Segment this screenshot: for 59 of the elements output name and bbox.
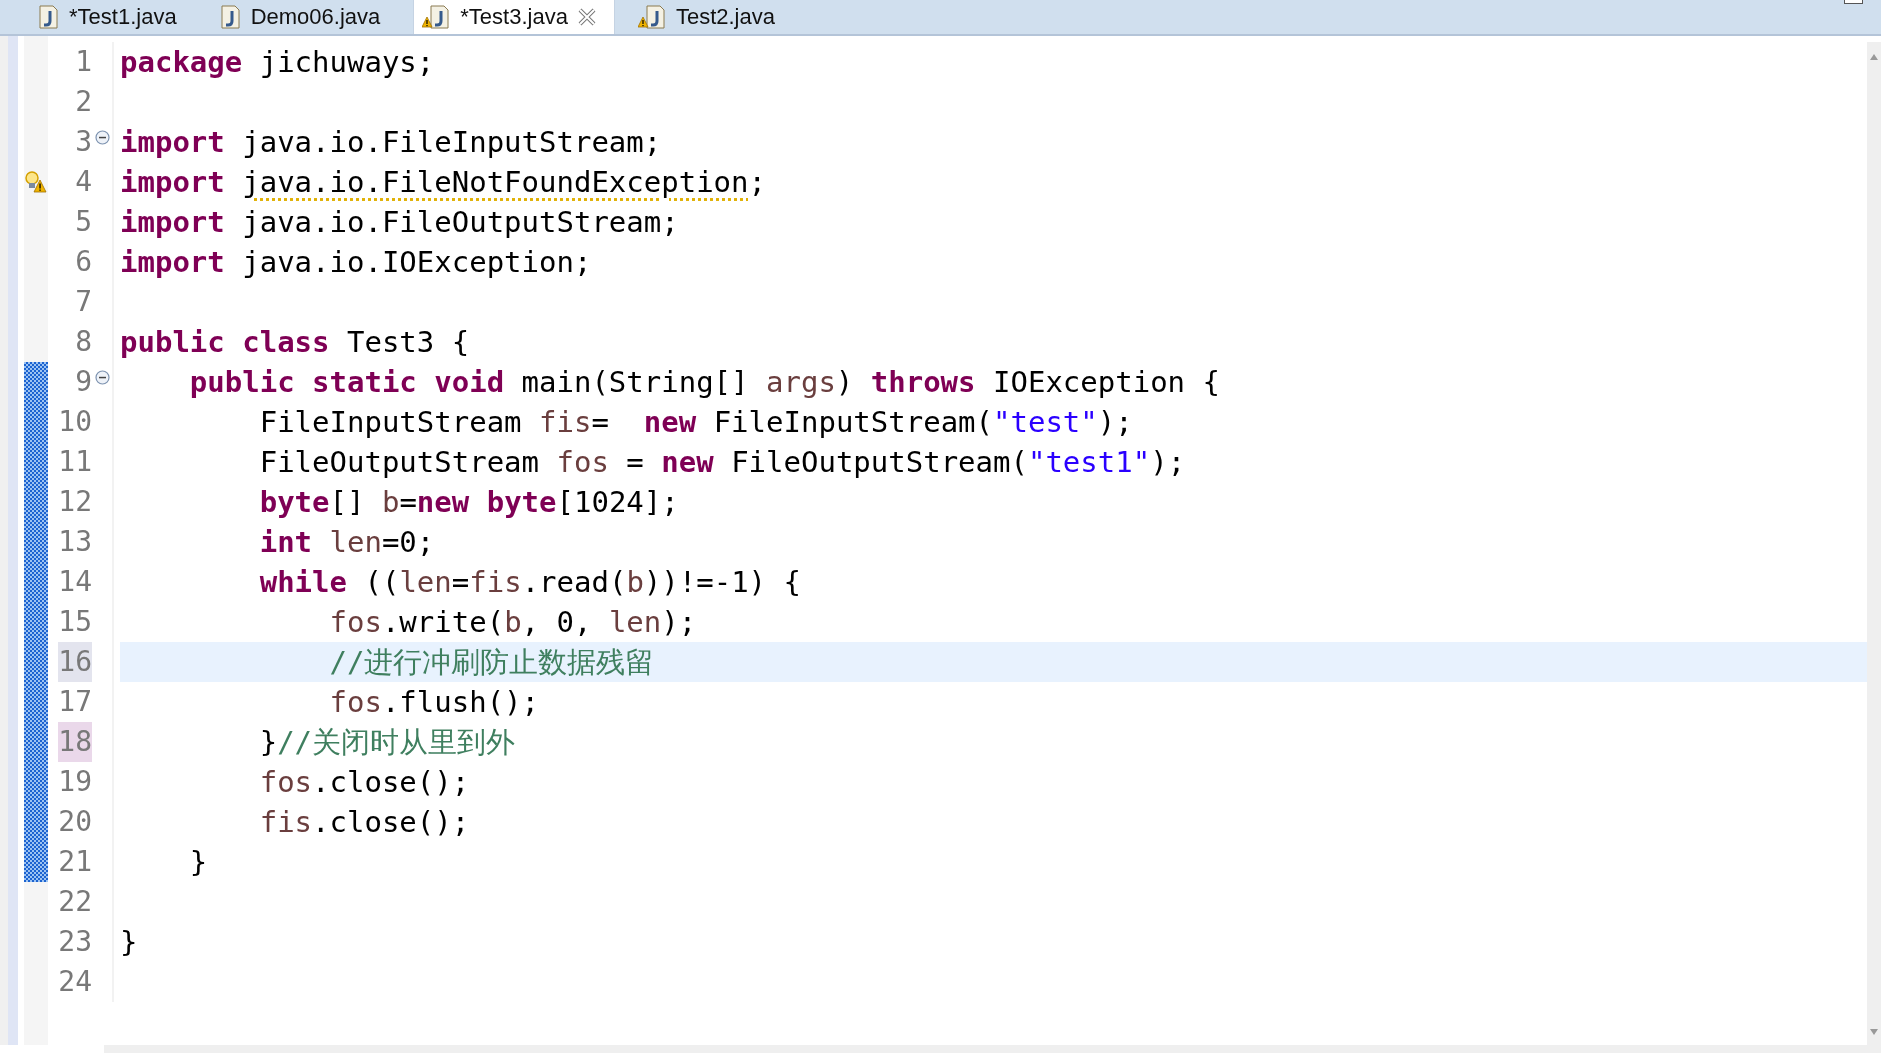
code-line: public static void main(String[] args) throws IOException {: [188, 364, 1221, 401]
code-line: import java.io.FileInputStream;: [120, 124, 663, 161]
line-number: 14: [58, 564, 92, 600]
line-number: 21: [58, 844, 92, 880]
line-number: 16: [58, 642, 92, 682]
editor-tab[interactable]: *Test1.java: [28, 0, 196, 34]
scroll-down-icon[interactable]: [1870, 1029, 1878, 1035]
line-number: 22: [58, 884, 92, 920]
line-number: 7: [75, 284, 92, 320]
code-line: FileInputStream fis= new FileInputStream("test");: [258, 404, 1134, 441]
line-number: 5: [75, 204, 92, 240]
line-number: 1: [75, 44, 92, 80]
code-line: fos.close();: [258, 764, 471, 801]
collapse-icon[interactable]: [94, 130, 110, 145]
line-number: 19: [58, 764, 92, 800]
java-file-icon: [37, 5, 59, 29]
java-file-icon: [218, 5, 241, 29]
line-number: 12: [58, 484, 92, 520]
line-number: 23: [58, 924, 92, 960]
code-line: }: [188, 844, 209, 881]
java-file-warning-icon: [637, 5, 666, 29]
line-number: 18: [58, 722, 92, 762]
line-number: 24: [58, 964, 92, 1000]
line-number: 4: [75, 164, 92, 200]
line-number: 9: [75, 364, 92, 400]
code-line: import java.io.IOException;: [120, 244, 593, 281]
code-line: FileOutputStream fos = new FileOutputStream("test1");: [258, 444, 1187, 481]
java-file-warning-icon: [422, 5, 451, 29]
line-number: 10: [58, 404, 92, 440]
code-line: fis.close();: [258, 804, 471, 841]
line-number: 20: [58, 804, 92, 840]
line-number: 15: [58, 604, 92, 640]
line-number: 17: [58, 684, 92, 720]
code-line: int len=0;: [258, 524, 436, 561]
window-control[interactable]: [1844, 0, 1863, 4]
collapse-icon[interactable]: [94, 370, 110, 385]
editor-tab[interactable]: Demo06.java: [209, 0, 400, 34]
code-line: public class Test3 {: [120, 324, 471, 361]
close-icon[interactable]: [577, 8, 596, 26]
code-line: byte[] b=new byte[1024];: [258, 484, 680, 521]
code-line: }: [120, 924, 139, 961]
code-line: import java.io.FileOutputStream;: [120, 204, 680, 241]
line-number: 6: [75, 244, 92, 280]
code-line: fos.flush();: [328, 684, 541, 721]
editor-tab[interactable]: Test2.java: [628, 0, 794, 34]
code-line: }//关闭时从里到外: [258, 724, 517, 761]
code-line: fos.write(b, 0, len);: [328, 604, 698, 641]
editor-tab[interactable]: *Test3.java: [413, 0, 615, 34]
line-number: 11: [58, 444, 92, 480]
code-line: import java.io.FileNotFoundException;: [120, 164, 767, 201]
scroll-up-icon[interactable]: [1870, 54, 1878, 60]
line-number: 13: [58, 524, 92, 560]
line-number: 2: [75, 84, 92, 120]
code-line: while ((len=fis.read(b))!=-1) {: [258, 564, 802, 601]
vertical-scrollbar[interactable]: [1867, 42, 1881, 1045]
line-number: 8: [75, 324, 92, 360]
code-line: package jichuways;: [120, 44, 436, 81]
line-number: 3: [75, 124, 92, 160]
lightbulb-warning-icon[interactable]: [25, 171, 47, 193]
